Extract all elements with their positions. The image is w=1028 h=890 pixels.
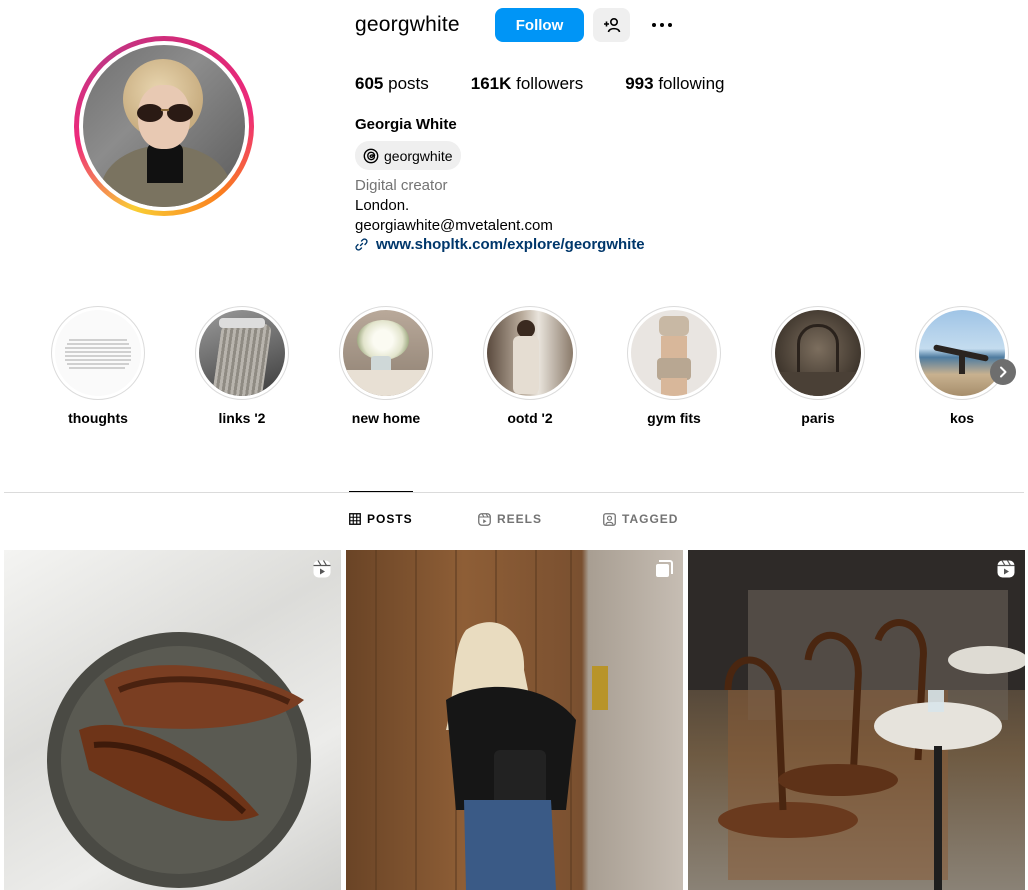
section-divider (4, 492, 1024, 493)
follow-button[interactable]: Follow (495, 8, 584, 42)
threads-handle: georgwhite (384, 147, 453, 164)
highlight-paris[interactable]: paris (758, 306, 878, 426)
more-dot-icon (652, 23, 656, 27)
more-options-button[interactable] (647, 10, 677, 40)
add-person-icon (603, 17, 620, 33)
bio-email: georgiawhite@mvetalent.com (355, 217, 553, 234)
highlight-label: links '2 (218, 410, 266, 426)
profile-page: georgwhite Follow 605 posts 161K followe… (0, 0, 1028, 890)
profile-category: Digital creator (355, 177, 448, 194)
highlight-ootd-cover (487, 310, 573, 396)
sunglasses-graphic (137, 104, 193, 122)
tab-posts[interactable]: POSTS (349, 512, 413, 526)
highlight-label: kos (949, 410, 975, 426)
reels-icon (478, 512, 491, 526)
highlight-gym-fits-cover (631, 310, 717, 396)
profile-link-text: www.shopltk.com/explore/georgwhite (376, 236, 645, 253)
highlight-new-home[interactable]: new home (326, 306, 446, 426)
story-highlights: thoughts links '2 new home ootd '2 gym f… (0, 306, 1028, 436)
suggested-accounts-button[interactable] (593, 8, 630, 42)
profile-external-link[interactable]: www.shopltk.com/explore/georgwhite (355, 236, 645, 253)
post-image-cafe-chairs (688, 550, 1025, 890)
highlight-paris-cover (775, 310, 861, 396)
reel-icon (312, 559, 332, 584)
more-dot-icon (660, 23, 664, 27)
highlight-ootd[interactable]: ootd '2 (470, 306, 590, 426)
more-dot-icon (668, 23, 672, 27)
highlight-label: thoughts (68, 410, 128, 426)
followers-count[interactable]: 161K followers (471, 74, 583, 94)
profile-tabs: POSTS REELS TAGGED (0, 512, 1028, 532)
post-tile[interactable] (688, 550, 1025, 890)
avatar-photo (83, 45, 245, 207)
profile-avatar[interactable] (74, 36, 254, 216)
highlight-new-home-cover (343, 310, 429, 396)
highlight-thoughts-cover (55, 310, 141, 396)
highlight-gym-fits[interactable]: gym fits (614, 306, 734, 426)
threads-link-chip[interactable]: georgwhite (355, 141, 461, 170)
active-tab-indicator (349, 491, 413, 492)
bio-location: London. (355, 197, 410, 214)
highlight-links-cover (199, 310, 285, 396)
highlight-links[interactable]: links '2 (182, 306, 302, 426)
post-tile[interactable] (4, 550, 341, 890)
post-image-croissants (47, 632, 311, 888)
threads-icon (363, 148, 379, 163)
posts-count: 605 posts (355, 74, 429, 93)
post-image-doorway (375, 550, 608, 890)
chevron-right-icon (1000, 366, 1007, 378)
highlight-label: gym fits (647, 410, 701, 426)
tab-tagged[interactable]: TAGGED (603, 512, 678, 526)
link-icon (355, 238, 368, 251)
grid-icon (349, 513, 361, 525)
profile-full-name: Georgia White (355, 116, 457, 133)
highlight-label: paris (801, 410, 835, 426)
reel-icon (996, 559, 1016, 584)
profile-username: georgwhite (355, 13, 460, 36)
highlights-next-button[interactable] (990, 359, 1016, 385)
following-count[interactable]: 993 following (625, 74, 724, 94)
highlight-thoughts[interactable]: thoughts (38, 306, 158, 426)
post-tile[interactable] (346, 550, 683, 890)
carousel-icon (654, 559, 674, 584)
highlight-label: ootd '2 (507, 410, 553, 426)
highlight-label: new home (351, 410, 421, 426)
tab-reels[interactable]: REELS (478, 512, 542, 526)
tagged-icon (603, 512, 616, 526)
highlight-kos-cover (919, 310, 1005, 396)
profile-stats: 605 posts 161K followers 993 following (355, 74, 766, 94)
